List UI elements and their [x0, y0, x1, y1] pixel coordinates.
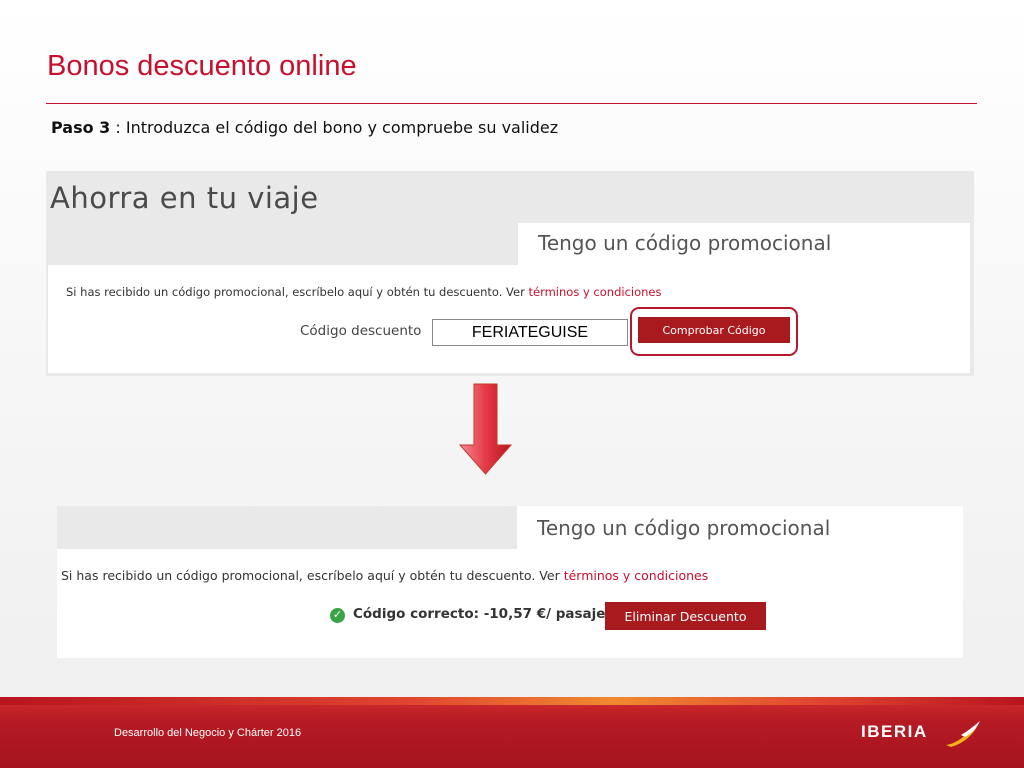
promo-tab-label: Tengo un código promocional — [537, 516, 831, 540]
step-number: Paso 3 — [51, 118, 111, 137]
promo-body: Si has recibido un código promocional, e… — [48, 265, 970, 373]
promo-text: Si has recibido un código promocional, e… — [61, 568, 564, 583]
discount-code-input[interactable]: FERIATEGUISE — [432, 319, 628, 346]
check-circle-icon: ✓ — [330, 608, 345, 623]
promo-panel-after: Tengo un código promocional Si has recib… — [57, 506, 963, 658]
step-text: : Introduzca el código del bono y compru… — [110, 118, 559, 137]
terms-link[interactable]: términos y condiciones — [564, 568, 709, 583]
success-message: Código correcto: -10,57 €/ pasajero — [353, 606, 622, 622]
footer-stripe — [0, 697, 1024, 705]
title-divider — [46, 103, 977, 104]
promo-panel-before: Ahorra en tu viaje Tengo un código promo… — [46, 171, 974, 376]
panel-header-bar — [57, 506, 517, 549]
remove-discount-button[interactable]: Eliminar Descuento — [605, 602, 766, 630]
slide-title: Bonos descuento online — [47, 50, 357, 82]
promo-tab-label: Tengo un código promocional — [538, 231, 832, 255]
check-code-button[interactable]: Comprobar Código — [638, 317, 790, 343]
iberia-logo-text: IBERIA — [861, 722, 928, 741]
footer-text: Desarrollo del Negocio y Chárter 2016 — [114, 727, 302, 739]
down-arrow-icon — [459, 383, 512, 475]
terms-link[interactable]: términos y condiciones — [528, 285, 661, 299]
footer-bar: Desarrollo del Negocio y Chárter 2016 IB… — [0, 697, 1024, 768]
promo-instructions: Si has recibido un código promocional, e… — [61, 568, 708, 583]
promo-tab: Tengo un código promocional — [518, 223, 970, 265]
panel-heading: Ahorra en tu viaje — [50, 181, 319, 215]
code-label: Código descuento — [300, 323, 422, 339]
step-instruction: Paso 3 : Introduzca el código del bono y… — [51, 118, 558, 137]
promo-instructions: Si has recibido un código promocional, e… — [66, 285, 661, 299]
promo-text: Si has recibido un código promocional, e… — [66, 285, 529, 299]
iberia-logo-mark — [946, 721, 980, 747]
